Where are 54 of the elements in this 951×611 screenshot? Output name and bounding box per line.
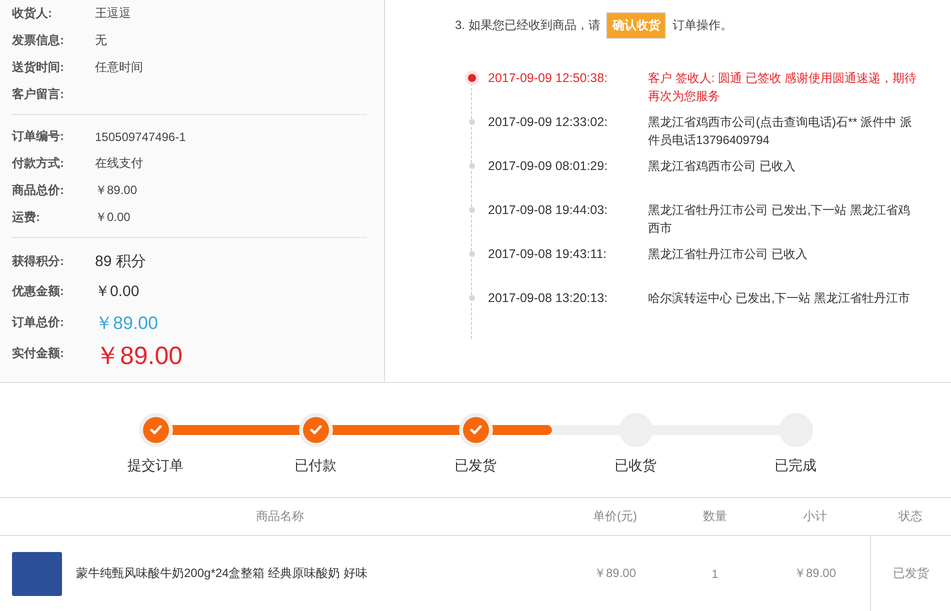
tracking-time: 2017-09-08 13:20:13: [488,290,609,307]
field-label: 优惠金额: [12,282,65,300]
column-header: 状态 [898,508,924,525]
instruction-text: 3. 如果您已经收到商品，请 [455,17,600,34]
column-header: 商品名称 [255,508,305,525]
tracking-time: 2017-09-09 08:01:29: [488,158,609,175]
field-label: 收货人: [12,5,53,22]
product-photo-placeholder [12,552,62,596]
field-value: 89 积分 [95,252,146,270]
tracking-time: 2017-09-09 12:50:38: [488,70,609,87]
field-label: 付款方式: [12,155,65,172]
field-label: 运费: [12,209,41,226]
field-value: ￥89.00 [95,341,183,372]
table-cell-text: ￥89.00 [592,565,638,582]
tracking-description: 黑龙江省牡丹江市公司 已收入 [648,246,808,263]
step-label: 已付款 [294,457,336,475]
field-label: 实付金额: [12,345,65,362]
tracking-description: 客户 签收人: 圆通 已签收 感谢使用圆通速递，期待再次为您服务 [648,70,918,105]
field-value: 无 [95,32,107,49]
table-cell-text: ￥89.00 [792,565,838,582]
tracking-description: 黑龙江省鸡西市公司(点击查询电话)石** 派件中 派件员电话13796409794 [648,114,913,149]
field-value: 在线支付 [95,155,143,172]
step-label: 已收货 [614,457,656,475]
tracking-time: 2017-09-09 12:33:02: [488,114,609,131]
field-value: 任意时间 [95,59,143,76]
field-value: 王逗逗 [95,5,131,22]
table-cell-text: 1 [710,566,720,580]
field-label: 发票信息: [12,32,65,49]
field-value: ￥89.00 [95,182,138,199]
confirm-receipt-button[interactable]: 确认收货 [606,12,666,39]
step-label: 已发货 [454,457,496,475]
tracking-time: 2017-09-08 19:44:03: [488,202,609,219]
field-label: 客户留言: [12,86,65,103]
column-header: 单价(元) [592,508,638,525]
field-value: ￥0.00 [95,209,130,226]
tracking-description: 黑龙江省牡丹江市公司 已发出,下一站 黑龙江省鸡西市 [648,202,912,237]
column-header: 小计 [802,508,828,525]
field-value: ￥0.00 [95,282,140,300]
table-cell: 已发货 [870,536,951,611]
step-label: 提交订单 [128,457,184,475]
tracking-time: 2017-09-08 19:43:11: [488,246,608,263]
column-header: 数量 [702,508,728,525]
field-label: 送货时间: [12,59,65,76]
field-value: 150509747496-1 [95,130,186,144]
instruction-text: 订单操作。 [672,17,732,34]
tracking-description: 黑龙江省鸡西市公司 已收入 [648,158,796,175]
tracking-description: 哈尔滨转运中心 已发出,下一站 黑龙江省牡丹江市 [648,290,912,307]
field-label: 订单总价: [12,314,65,331]
field-value: ￥89.00 [95,312,158,334]
field-label: 获得积分: [12,252,65,270]
step-label: 已完成 [774,457,816,475]
field-label: 订单编号: [12,128,65,145]
field-label: 商品总价: [12,182,65,199]
product-name: 蒙牛纯甄风味酸牛奶200g*24盒整箱 经典原味酸奶 好味 [76,565,368,582]
